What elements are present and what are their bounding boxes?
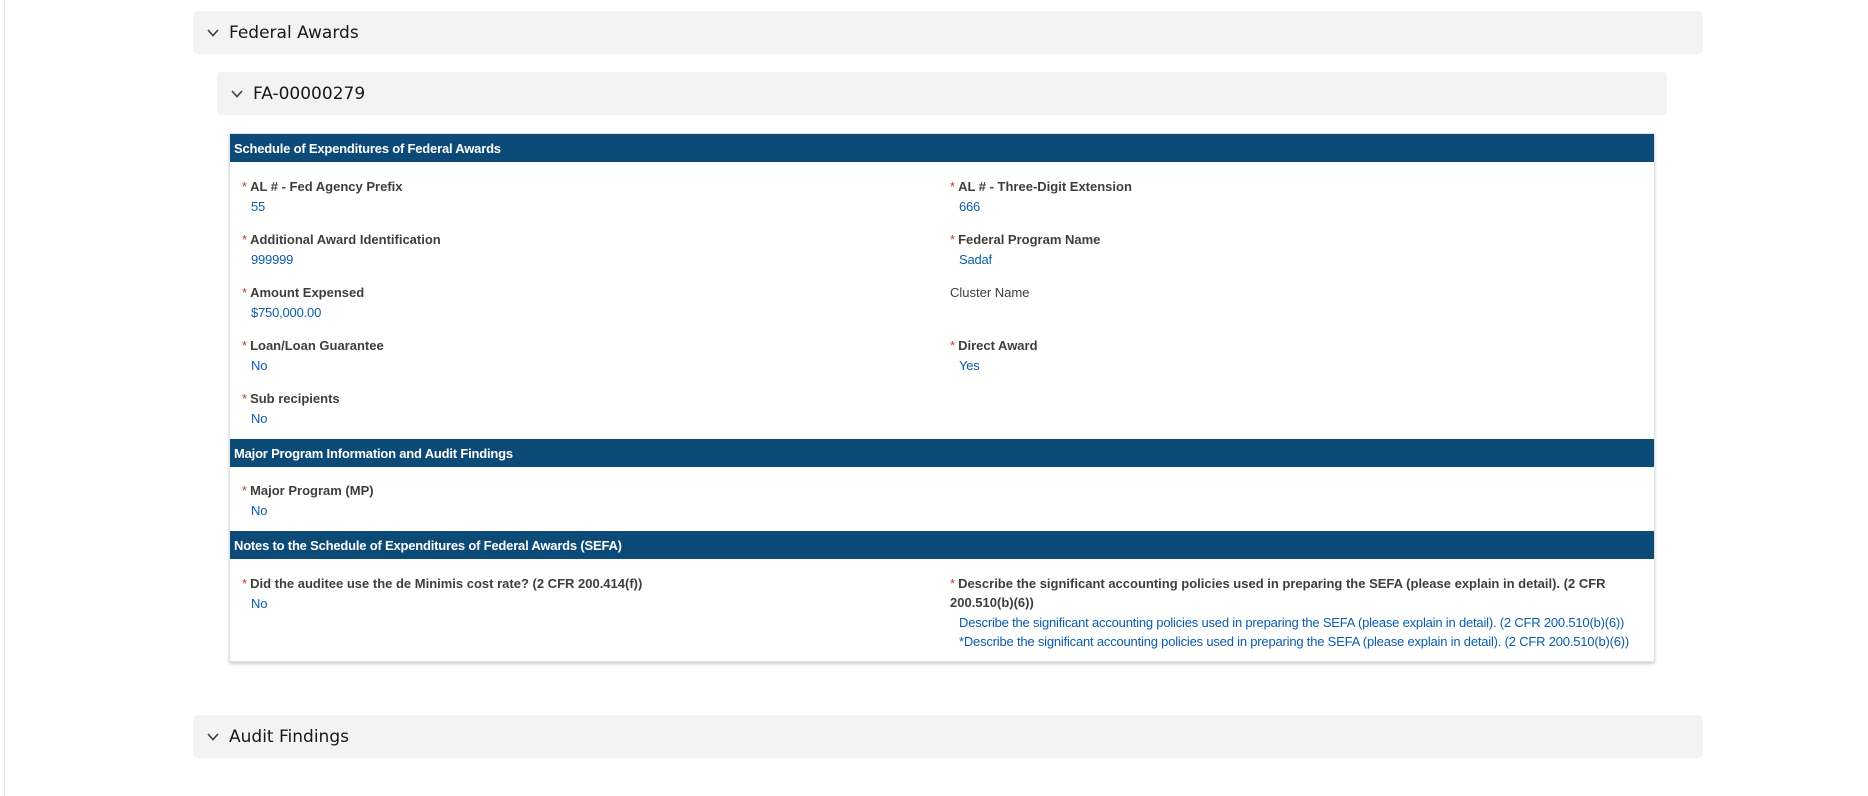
field-value: $750,000.00 bbox=[251, 305, 322, 320]
field-federal-program-name: * Federal Program Name Sadaf bbox=[950, 230, 1630, 268]
required-marker: * bbox=[242, 391, 248, 406]
field-label: Amount Expensed bbox=[250, 285, 365, 300]
award-detail-card: Schedule of Expenditures of Federal Awar… bbox=[229, 133, 1655, 662]
required-marker: * bbox=[242, 338, 248, 353]
field-value: No bbox=[251, 358, 268, 373]
chevron-down-icon bbox=[205, 729, 221, 745]
field-label: AL # - Fed Agency Prefix bbox=[250, 179, 403, 194]
required-marker: * bbox=[242, 285, 248, 300]
chevron-down-icon bbox=[205, 25, 221, 41]
field-al-prefix: * AL # - Fed Agency Prefix 55 bbox=[242, 177, 403, 215]
field-value: Yes bbox=[959, 358, 980, 373]
section-header-major-program: Major Program Information and Audit Find… bbox=[230, 439, 1654, 467]
accordion-title: Audit Findings bbox=[229, 726, 349, 747]
field-label: Did the auditee use the de Minimis cost … bbox=[250, 576, 643, 591]
field-value: No bbox=[251, 503, 268, 518]
field-accounting-policies: * Describe the significant accounting pol… bbox=[950, 574, 1630, 650]
field-label: Loan/Loan Guarantee bbox=[250, 338, 384, 353]
required-marker: * bbox=[950, 232, 956, 247]
field-major-program: * Major Program (MP) No bbox=[242, 481, 374, 519]
field-label: AL # - Three-Digit Extension bbox=[958, 179, 1132, 194]
left-border bbox=[4, 0, 5, 796]
fa-record-accordion[interactable]: FA-00000279 bbox=[217, 72, 1667, 115]
field-value: 55 bbox=[251, 199, 266, 214]
federal-awards-accordion[interactable]: Federal Awards bbox=[193, 11, 1703, 54]
field-amount-expensed: * Amount Expensed $750,000.00 bbox=[242, 283, 364, 321]
required-marker: * bbox=[242, 483, 248, 498]
required-marker: * bbox=[242, 576, 248, 591]
field-label: Describe the significant accounting poli… bbox=[950, 576, 1606, 610]
accordion-title: Federal Awards bbox=[229, 22, 359, 43]
field-label: Cluster Name bbox=[950, 285, 1030, 300]
audit-findings-accordion[interactable]: Audit Findings bbox=[193, 715, 1703, 758]
field-value-line1: Describe the significant accounting poli… bbox=[959, 615, 1625, 630]
field-value: No bbox=[251, 411, 268, 426]
field-value: Sadaf bbox=[959, 252, 992, 267]
accordion-title: FA-00000279 bbox=[253, 83, 366, 104]
field-label: Additional Award Identification bbox=[250, 232, 441, 247]
field-value: No bbox=[251, 596, 268, 611]
section-header-sefa: Schedule of Expenditures of Federal Awar… bbox=[230, 134, 1654, 162]
field-al-extension: * AL # - Three-Digit Extension 666 bbox=[950, 177, 1630, 215]
field-label: Federal Program Name bbox=[958, 232, 1101, 247]
field-label: Sub recipients bbox=[250, 391, 340, 406]
field-sub-recipients: * Sub recipients No bbox=[242, 389, 340, 427]
field-value-line2: *Describe the significant accounting pol… bbox=[959, 634, 1630, 649]
required-marker: * bbox=[950, 338, 956, 353]
section-header-notes: Notes to the Schedule of Expenditures of… bbox=[230, 531, 1654, 559]
field-value: 999999 bbox=[251, 252, 294, 267]
chevron-down-icon bbox=[229, 86, 245, 102]
field-label: Major Program (MP) bbox=[250, 483, 374, 498]
required-marker: * bbox=[950, 576, 956, 591]
required-marker: * bbox=[242, 232, 248, 247]
required-marker: * bbox=[950, 179, 956, 194]
field-loan-guarantee: * Loan/Loan Guarantee No bbox=[242, 336, 384, 374]
required-marker: * bbox=[242, 179, 248, 194]
field-value: 666 bbox=[959, 199, 981, 214]
field-additional-award-id: * Additional Award Identification 999999 bbox=[242, 230, 441, 268]
field-cluster-name: Cluster Name bbox=[950, 283, 1630, 304]
field-de-minimis: * Did the auditee use the de Minimis cost… bbox=[242, 574, 932, 612]
field-direct-award: * Direct Award Yes bbox=[950, 336, 1630, 374]
field-label: Direct Award bbox=[958, 338, 1038, 353]
